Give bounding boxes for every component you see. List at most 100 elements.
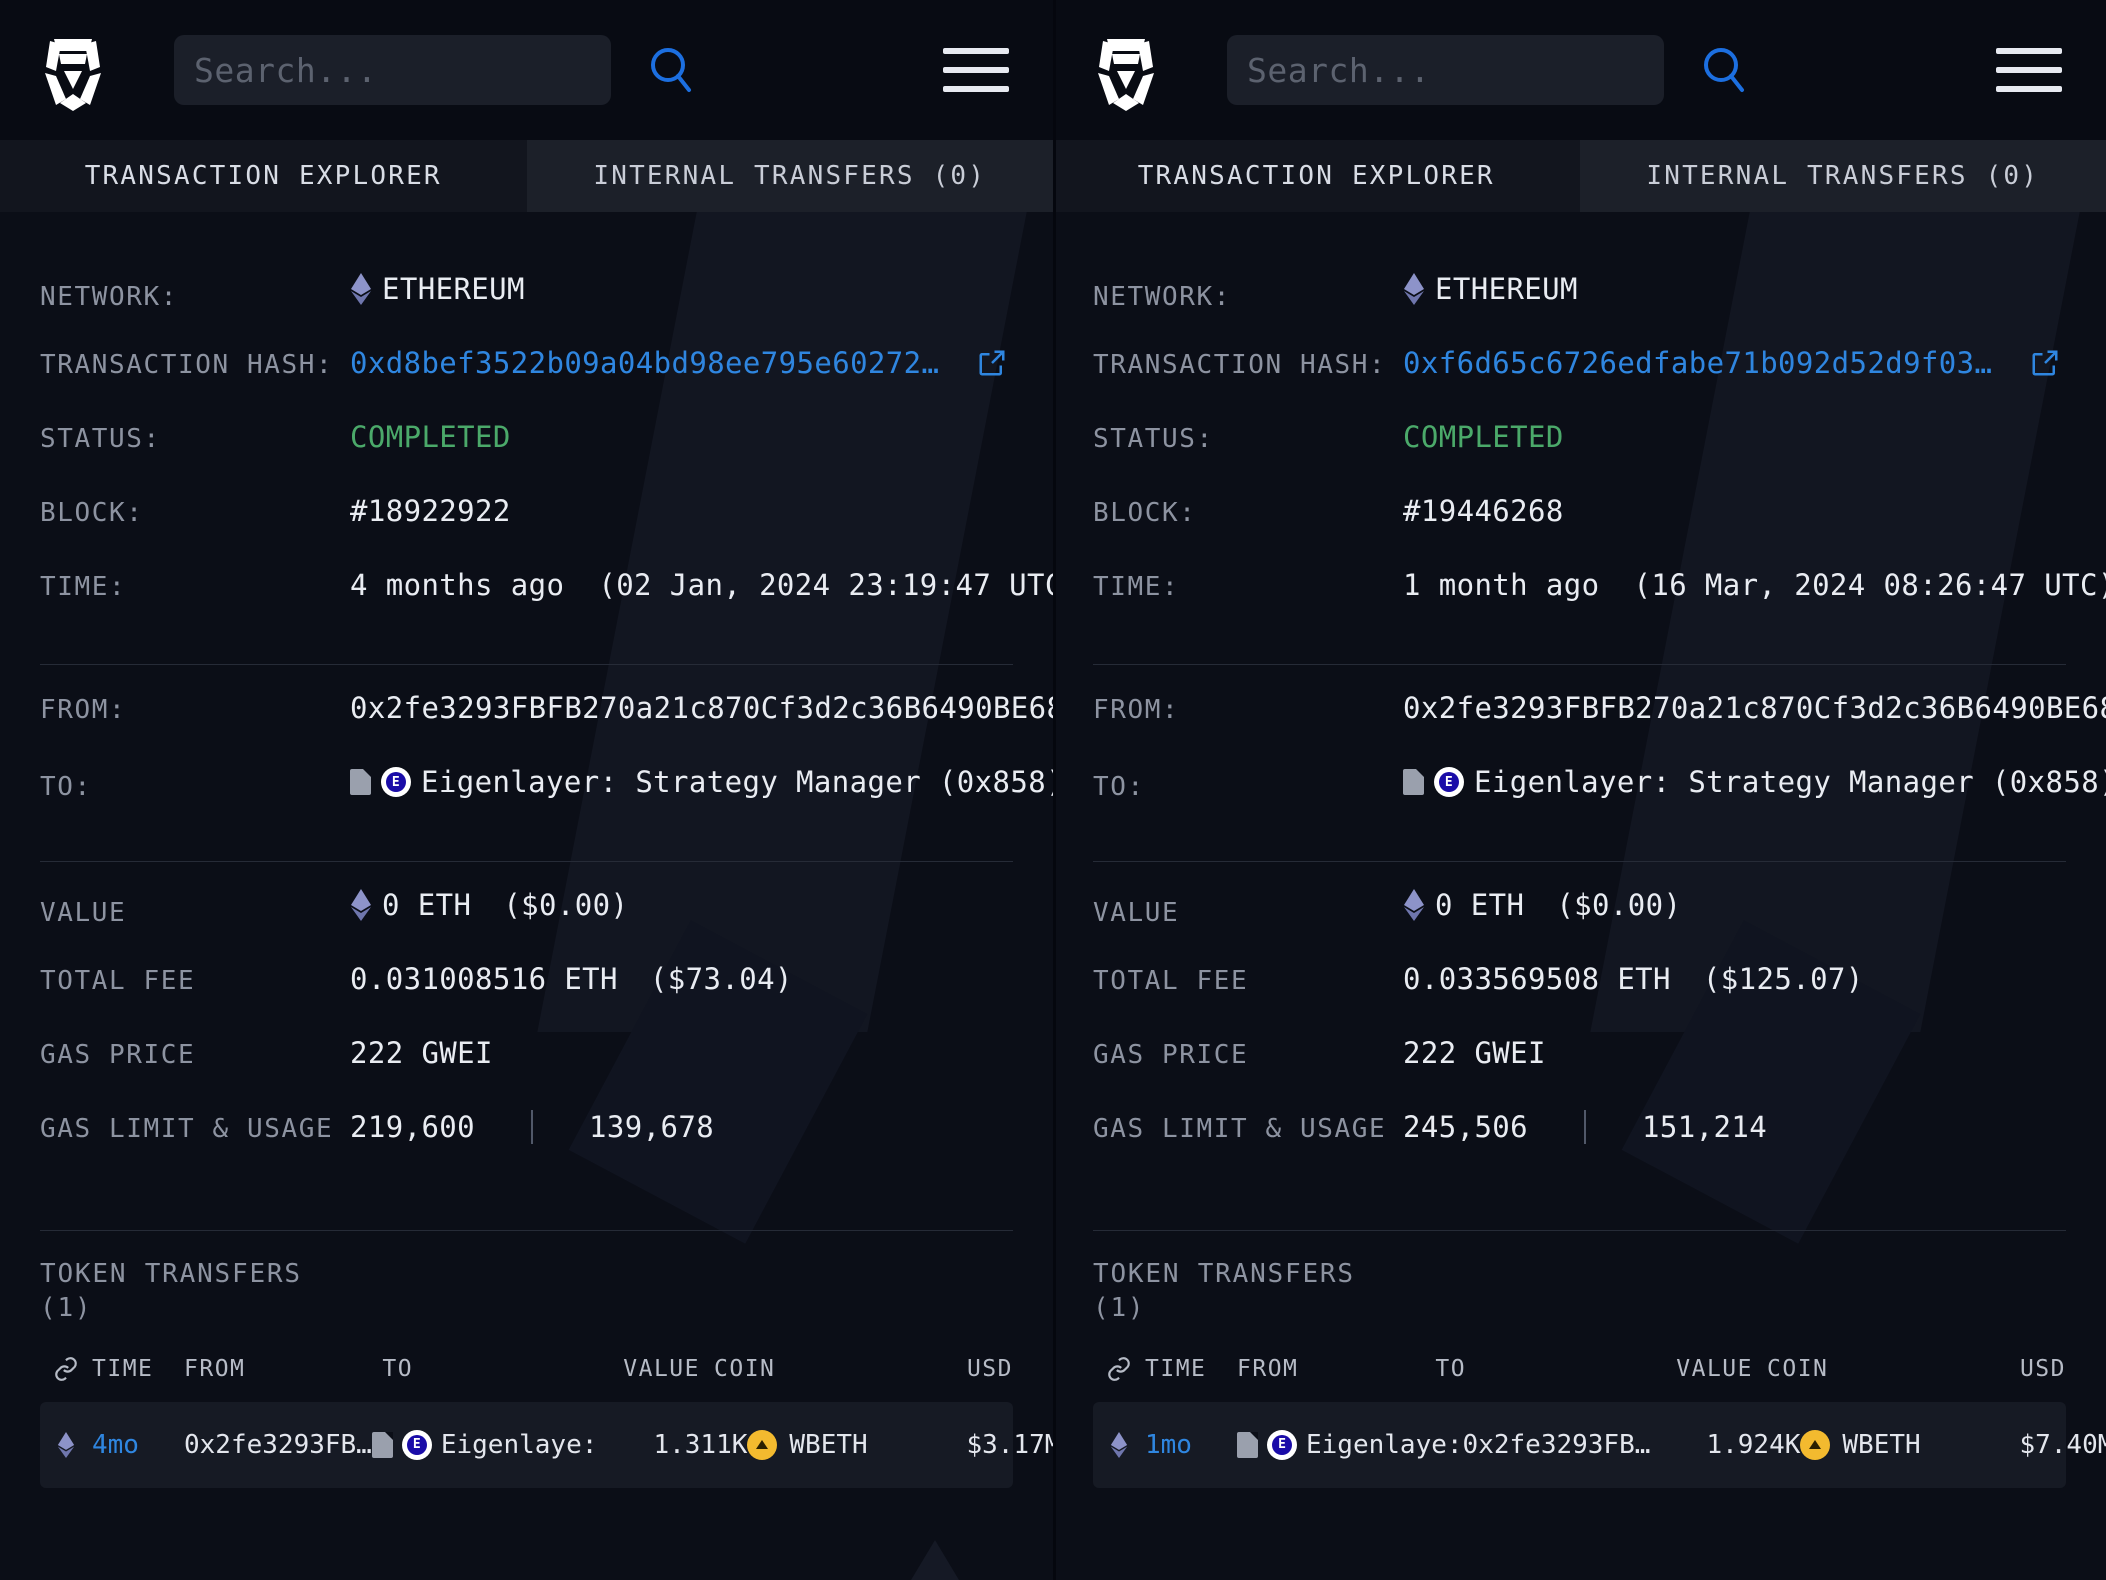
header-bar-left — [0, 0, 1053, 140]
label-status: STATUS: — [40, 424, 350, 454]
panel-separator — [1053, 0, 1056, 1580]
transaction-hash-text[interactable]: 0xd8bef3522b09a04bd98ee795e60272… — [350, 346, 939, 380]
value-transaction-hash[interactable]: 0xf6d65c6726edfabe71b092d52d9f03… — [1403, 346, 2060, 380]
token-transfers-table-right: TIME FROM TO VALUE COIN USD — [1093, 1356, 2066, 1488]
hamburger-menu-icon[interactable] — [1996, 44, 2062, 96]
label-to: TO: — [1093, 772, 1403, 802]
row-chain-icon — [1093, 1432, 1145, 1458]
status-badge: COMPLETED — [1403, 420, 1564, 454]
value-eth: 0 ETH — [1435, 888, 1524, 922]
app-screen: TRANSACTION EXPLORER INTERNAL TRANSFERS … — [0, 0, 2106, 1580]
row-from-label[interactable]: Eigenlaye: — [1306, 1430, 1463, 1460]
tab-bar-left: TRANSACTION EXPLORER INTERNAL TRANSFERS … — [0, 140, 1053, 212]
row-transaction-hash: TRANSACTION HASH: 0xd8bef3522b09a04bd98e… — [40, 346, 1013, 420]
row-coin-label: WBETH — [789, 1430, 867, 1460]
background-decoration-c — [887, 1540, 983, 1580]
value-time: 4 months ago (02 Jan, 2024 23:19:47 UTC) — [350, 568, 1053, 602]
header-coin: COIN — [1753, 1356, 1918, 1382]
eigenlayer-logo[interactable] — [34, 27, 112, 113]
divider-2 — [1093, 861, 2066, 862]
header-from: FROM — [1237, 1356, 1435, 1382]
row-to-label[interactable]: Eigenlaye: — [441, 1430, 598, 1460]
row-total-fee: TOTAL FEE 0.031008516 ETH ($73.04) — [40, 962, 1013, 1036]
row-coin: WBETH — [747, 1430, 912, 1460]
header-from: FROM — [184, 1356, 382, 1382]
gas-limit: 245,506 — [1403, 1110, 1528, 1144]
label-network: NETWORK: — [1093, 282, 1403, 312]
token-transfers-title: TOKEN TRANSFERS — [1093, 1257, 2066, 1291]
label-block: BLOCK: — [40, 498, 350, 528]
value-from[interactable]: 0x2fe3293FBFB270a21c870Cf3d2c36B6490BE68… — [1403, 691, 2106, 725]
tab-transaction-explorer[interactable]: TRANSACTION EXPLORER — [0, 140, 527, 212]
label-transaction-hash: TRANSACTION HASH: — [40, 350, 350, 380]
search-box-left[interactable] — [174, 35, 611, 105]
tab-internal-transfers[interactable]: INTERNAL TRANSFERS (0) — [527, 140, 1054, 212]
header-value: VALUE — [1603, 1356, 1753, 1382]
row-gas-price: GAS PRICE 222 GWEI — [40, 1036, 1013, 1110]
transaction-panel-right: TRANSACTION EXPLORER INTERNAL TRANSFERS … — [1053, 0, 2106, 1580]
row-from[interactable]: 0x2fe3293FB… — [184, 1430, 372, 1460]
document-icon — [350, 769, 371, 795]
search-button[interactable] — [1694, 39, 1756, 101]
row-time: TIME: 4 months ago (02 Jan, 2024 23:19:4… — [40, 568, 1013, 642]
row-from: FROM: 0x2fe3293FBFB270a21c870Cf3d2c36B64… — [40, 691, 1013, 765]
row-from[interactable]: E Eigenlaye: — [1237, 1430, 1463, 1460]
value-total-fee: 0.031008516 ETH ($73.04) — [350, 962, 793, 996]
label-gas-price: GAS PRICE — [1093, 1040, 1403, 1070]
eigenlayer-badge-icon: E — [402, 1430, 432, 1460]
header-coin: COIN — [700, 1356, 865, 1382]
row-to[interactable]: 0x2fe3293FB… — [1463, 1430, 1651, 1460]
eigenlayer-logo[interactable] — [1087, 27, 1165, 113]
divider-1 — [1093, 664, 2066, 665]
row-usd: $7.40M — [1965, 1430, 2106, 1460]
row-block: BLOCK: #19446268 — [1093, 494, 2066, 568]
hamburger-menu-icon[interactable] — [943, 44, 1009, 96]
value-block[interactable]: #18922922 — [350, 494, 511, 528]
tab-bar-right: TRANSACTION EXPLORER INTERNAL TRANSFERS … — [1053, 140, 2106, 212]
search-box-right[interactable] — [1227, 35, 1664, 105]
external-link-icon[interactable] — [977, 348, 1007, 378]
label-to: TO: — [40, 772, 350, 802]
value-from[interactable]: 0x2fe3293FBFB270a21c870Cf3d2c36B6490BE68… — [350, 691, 1053, 725]
label-time: TIME: — [1093, 572, 1403, 602]
search-input[interactable] — [194, 51, 591, 90]
document-icon — [1403, 769, 1424, 795]
value-to[interactable]: E Eigenlayer: Strategy Manager (0x858) — [1403, 765, 2106, 799]
to-address-label[interactable]: Eigenlayer: Strategy Manager (0x858) — [421, 765, 1053, 799]
gas-usage: 151,214 — [1642, 1110, 1767, 1144]
panel-body-right: NETWORK: ETHEREUM TRANSACTION HASH: — [1053, 212, 2106, 1580]
row-to: TO: E Eigenlayer: Strategy Manager (0x85… — [1093, 765, 2066, 839]
document-icon — [372, 1432, 393, 1458]
to-address-label[interactable]: Eigenlayer: Strategy Manager (0x858) — [1474, 765, 2106, 799]
search-button[interactable] — [641, 39, 703, 101]
value-block[interactable]: #19446268 — [1403, 494, 1564, 528]
value-usd: ($0.00) — [1556, 888, 1681, 922]
table-row[interactable]: 4mo 0x2fe3293FB… E Eigenlaye: 1.311K WBE… — [40, 1402, 1013, 1488]
value-time: 1 month ago (16 Mar, 2024 08:26:47 UTC) — [1403, 568, 2106, 602]
eigenlayer-badge-icon: E — [1434, 767, 1464, 797]
row-time[interactable]: 4mo — [92, 1430, 184, 1460]
label-total-fee: TOTAL FEE — [40, 966, 350, 996]
label-gas-limit-usage: GAS LIMIT & USAGE — [1093, 1114, 1403, 1144]
token-transfers-table-left: TIME FROM TO VALUE COIN USD — [40, 1356, 1013, 1488]
transaction-hash-text[interactable]: 0xf6d65c6726edfabe71b092d52d9f03… — [1403, 346, 1992, 380]
row-to[interactable]: E Eigenlaye: — [372, 1430, 598, 1460]
tab-internal-transfers[interactable]: INTERNAL TRANSFERS (0) — [1580, 140, 2106, 212]
header-link-icon — [40, 1356, 92, 1382]
ethereum-icon — [1110, 1432, 1128, 1458]
table-row[interactable]: 1mo E Eigenlaye: 0x2fe3293FB… 1.924K WBE… — [1093, 1402, 2066, 1488]
tab-transaction-explorer[interactable]: TRANSACTION EXPLORER — [1053, 140, 1580, 212]
gas-limit: 219,600 — [350, 1110, 475, 1144]
row-value: 1.924K — [1650, 1430, 1800, 1460]
status-badge: COMPLETED — [350, 420, 511, 454]
row-time[interactable]: 1mo — [1145, 1430, 1237, 1460]
row-gas-price: GAS PRICE 222 GWEI — [1093, 1036, 2066, 1110]
ethereum-icon — [57, 1432, 75, 1458]
time-relative: 1 month ago — [1403, 568, 1599, 602]
search-input[interactable] — [1247, 51, 1644, 90]
value-transaction-hash[interactable]: 0xd8bef3522b09a04bd98ee795e60272… — [350, 346, 1007, 380]
value-to[interactable]: E Eigenlayer: Strategy Manager (0x858) — [350, 765, 1053, 799]
external-link-icon[interactable] — [2030, 348, 2060, 378]
token-transfers-count: (1) — [40, 1291, 1013, 1325]
wbeth-coin-icon — [1800, 1430, 1830, 1460]
